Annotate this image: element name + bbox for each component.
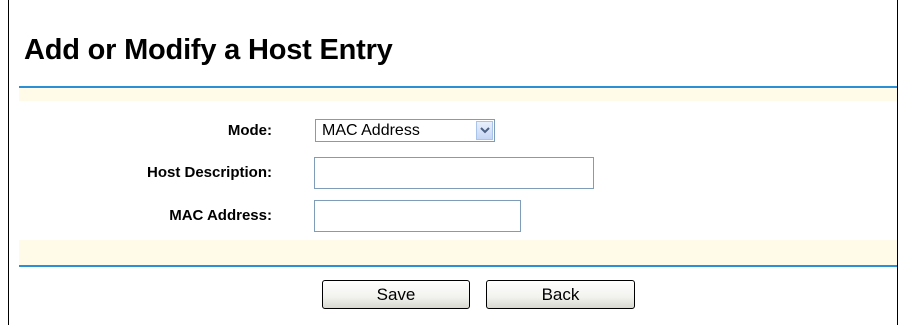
top-band bbox=[19, 88, 897, 101]
page-title: Add or Modify a Host Entry bbox=[24, 34, 393, 66]
mode-select-value: MAC Address bbox=[322, 122, 420, 139]
bottom-band bbox=[19, 240, 897, 265]
host-description-label: Host Description: bbox=[146, 164, 272, 181]
host-description-input[interactable] bbox=[314, 157, 594, 189]
mode-select[interactable]: MAC Address bbox=[315, 119, 495, 142]
chevron-down-icon[interactable] bbox=[476, 121, 493, 140]
save-button[interactable]: Save bbox=[322, 280, 470, 309]
back-button[interactable]: Back bbox=[486, 280, 635, 309]
mac-address-input[interactable] bbox=[314, 200, 521, 232]
bottom-divider bbox=[19, 265, 897, 267]
page-frame: Add or Modify a Host Entry Mode: MAC Add… bbox=[8, 0, 898, 325]
mode-label: Mode: bbox=[227, 122, 272, 139]
mac-address-label: MAC Address: bbox=[169, 207, 272, 224]
